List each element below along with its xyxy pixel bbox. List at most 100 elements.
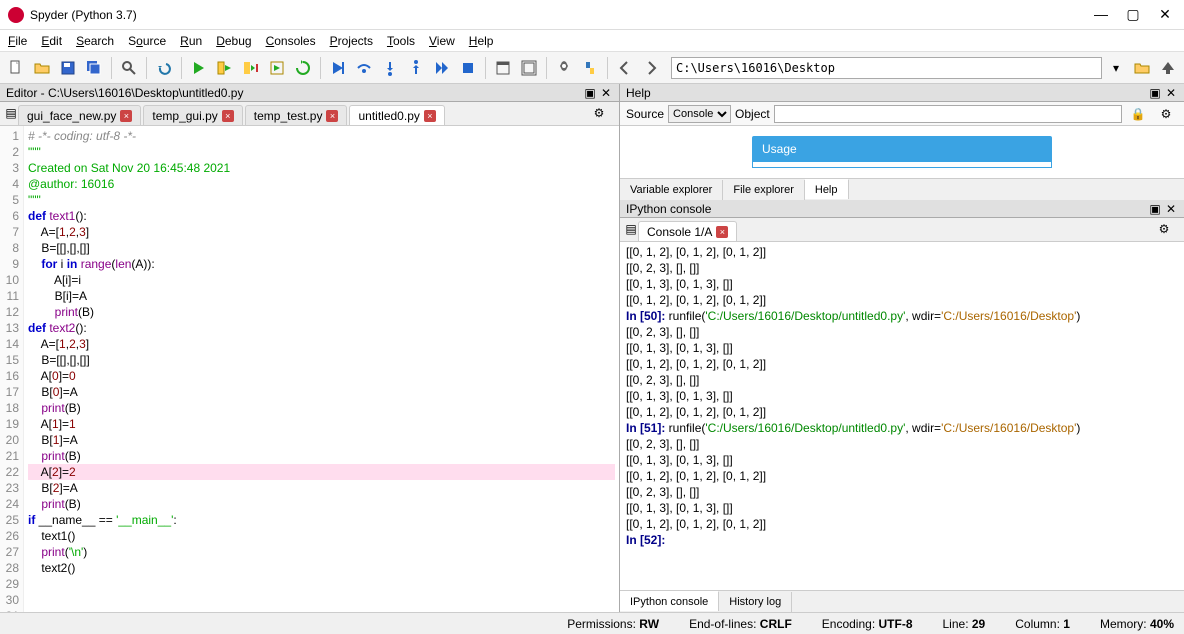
- close-tab-icon[interactable]: ×: [120, 110, 132, 122]
- menu-run[interactable]: Run: [180, 34, 202, 48]
- tab-untitled0-py[interactable]: untitled0.py×: [349, 105, 444, 125]
- maximize-pane-icon[interactable]: [491, 56, 515, 80]
- window-title: Spyder (Python 3.7): [30, 8, 1094, 22]
- back-icon[interactable]: [613, 56, 637, 80]
- editor-tabs: ▤ gui_face_new.py×temp_gui.py×temp_test.…: [0, 102, 619, 126]
- menu-view[interactable]: View: [429, 34, 455, 48]
- run-icon[interactable]: [187, 56, 211, 80]
- tab-temp_test-py[interactable]: temp_test.py×: [245, 105, 348, 125]
- close-tab-icon[interactable]: ×: [222, 110, 234, 122]
- save-all-icon[interactable]: [82, 56, 106, 80]
- lowtab-ipython-console[interactable]: IPython console: [620, 591, 719, 611]
- pane-max-icon[interactable]: ▣: [583, 86, 597, 100]
- run-selection-icon[interactable]: [265, 56, 289, 80]
- enc-value: UTF-8: [879, 617, 913, 631]
- console-list-icon[interactable]: ▤: [624, 217, 638, 241]
- spyder-logo-icon: [8, 7, 24, 23]
- lock-icon[interactable]: 🔒: [1126, 102, 1150, 126]
- tab-temp_gui-py[interactable]: temp_gui.py ×: [143, 105, 242, 125]
- tab-list-icon[interactable]: ▤: [4, 101, 18, 125]
- mem-value: 40%: [1150, 617, 1174, 631]
- menu-tools[interactable]: Tools: [387, 34, 415, 48]
- step-into-icon[interactable]: [378, 56, 402, 80]
- forward-icon[interactable]: [639, 56, 663, 80]
- save-icon[interactable]: [56, 56, 80, 80]
- minimize-button[interactable]: —: [1094, 6, 1108, 23]
- console-tab[interactable]: Console 1/A ×: [638, 221, 737, 241]
- close-button[interactable]: ✕: [1158, 6, 1172, 23]
- close-tab-icon[interactable]: ×: [326, 110, 338, 122]
- close-tab-icon[interactable]: ×: [716, 226, 728, 238]
- line-label: Line:: [943, 617, 969, 631]
- title-bar: Spyder (Python 3.7) — ▢ ✕: [0, 0, 1184, 30]
- lowtab-variable-explorer[interactable]: Variable explorer: [620, 180, 723, 200]
- code-editor[interactable]: 1234567891011121314151617181920212223242…: [0, 126, 619, 612]
- pythonpath-icon[interactable]: [578, 56, 602, 80]
- menu-help[interactable]: Help: [469, 34, 494, 48]
- preferences-icon[interactable]: [552, 56, 576, 80]
- fullscreen-icon[interactable]: [517, 56, 541, 80]
- step-out-icon[interactable]: [404, 56, 428, 80]
- tab-label: gui_face_new.py: [27, 109, 116, 123]
- close-tab-icon[interactable]: ×: [424, 110, 436, 122]
- status-bar: Permissions: RW End-of-lines: CRLF Encod…: [0, 612, 1184, 634]
- object-label: Object: [735, 107, 770, 121]
- working-dir-input[interactable]: C:\Users\16016\Desktop: [671, 57, 1102, 79]
- console-gear-icon[interactable]: ⚙: [1152, 217, 1176, 241]
- new-file-icon[interactable]: [4, 56, 28, 80]
- lowtab-history-log[interactable]: History log: [719, 592, 792, 612]
- tab-gui_face_new-py[interactable]: gui_face_new.py ×: [18, 105, 141, 125]
- eol-label: End-of-lines:: [689, 617, 756, 631]
- ipy-close-icon[interactable]: ✕: [1164, 202, 1178, 216]
- parent-dir-icon[interactable]: [1156, 56, 1180, 80]
- menu-file[interactable]: File: [8, 34, 27, 48]
- chevron-down-icon[interactable]: ▾: [1104, 56, 1128, 80]
- toolbar: C:\Users\16016\Desktop ▾: [0, 52, 1184, 84]
- object-input[interactable]: [774, 105, 1122, 123]
- maximize-button[interactable]: ▢: [1126, 6, 1140, 23]
- menu-source[interactable]: Source: [128, 34, 166, 48]
- rerun-icon[interactable]: [291, 56, 315, 80]
- help-toolbar: Source Console Object 🔒 ⚙: [620, 102, 1184, 126]
- usage-heading: Usage: [752, 136, 1052, 162]
- tab-label: temp_gui.py: [152, 109, 217, 123]
- ipython-header: IPython console ▣ ✕: [620, 200, 1184, 218]
- enc-label: Encoding:: [822, 617, 875, 631]
- console-bottom-tabs: IPython consoleHistory log: [620, 590, 1184, 612]
- step-over-icon[interactable]: [352, 56, 376, 80]
- pane-close-icon[interactable]: ✕: [599, 86, 613, 100]
- menu-projects[interactable]: Projects: [330, 34, 373, 48]
- menu-bar: File Edit Search Source Run Debug Consoles Proj…: [0, 30, 1184, 52]
- open-file-icon[interactable]: [30, 56, 54, 80]
- editor-path: Editor - C:\Users\16016\Desktop\untitled…: [6, 86, 243, 100]
- lowtab-help[interactable]: Help: [805, 179, 849, 199]
- gear-icon[interactable]: ⚙: [1154, 102, 1178, 126]
- tab-label: temp_test.py: [254, 109, 323, 123]
- help-close-icon[interactable]: ✕: [1164, 86, 1178, 100]
- undo-icon[interactable]: [152, 56, 176, 80]
- help-header: Help ▣ ✕: [620, 84, 1184, 102]
- col-value: 1: [1063, 617, 1070, 631]
- menu-search[interactable]: Search: [76, 34, 114, 48]
- continue-icon[interactable]: [430, 56, 454, 80]
- source-select[interactable]: Console: [668, 105, 731, 123]
- debug-icon[interactable]: [326, 56, 350, 80]
- line-value: 29: [972, 617, 985, 631]
- find-icon[interactable]: [117, 56, 141, 80]
- help-tabs: Variable explorerFile explorerHelp: [620, 178, 1184, 200]
- help-max-icon[interactable]: ▣: [1148, 86, 1162, 100]
- ipy-max-icon[interactable]: ▣: [1148, 202, 1162, 216]
- lowtab-file-explorer[interactable]: File explorer: [723, 180, 805, 200]
- menu-consoles[interactable]: Consoles: [266, 34, 316, 48]
- perm-label: Permissions:: [567, 617, 636, 631]
- run-cell-advance-icon[interactable]: [239, 56, 263, 80]
- menu-debug[interactable]: Debug: [216, 34, 251, 48]
- stop-debug-icon[interactable]: [456, 56, 480, 80]
- browse-folder-icon[interactable]: [1130, 56, 1154, 80]
- menu-edit[interactable]: Edit: [41, 34, 62, 48]
- ipython-console[interactable]: [[0, 1, 2], [0, 1, 2], [0, 1, 2]][[0, 2,…: [620, 242, 1184, 590]
- col-label: Column:: [1015, 617, 1060, 631]
- console-tab-label: Console 1/A: [647, 225, 712, 239]
- editor-gear-icon[interactable]: ⚙: [587, 101, 611, 125]
- run-cell-icon[interactable]: [213, 56, 237, 80]
